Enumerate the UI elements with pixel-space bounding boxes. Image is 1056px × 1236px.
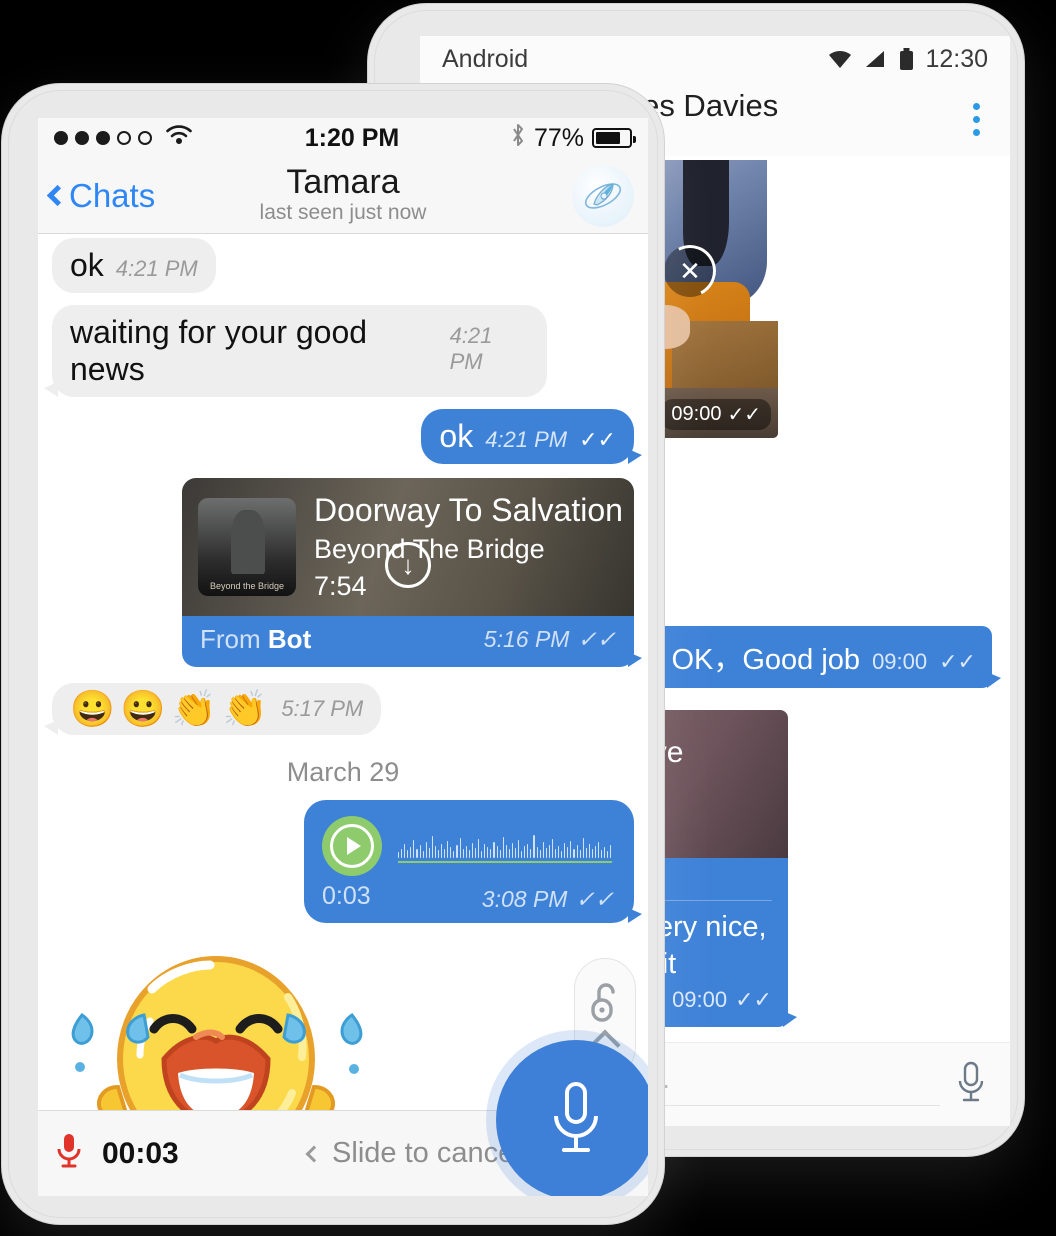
overflow-menu-icon[interactable] — [963, 97, 990, 142]
timestamp-text: 4:21 PM — [449, 323, 493, 374]
album-cover-caption: Beyond the Bridge — [209, 581, 285, 592]
message-text: ok — [70, 247, 104, 283]
battery-icon — [592, 128, 636, 148]
timestamp-text: 5:16 PM — [483, 626, 570, 652]
incoming-text-bubble[interactable]: waiting for your good news 4:21 PM — [44, 305, 547, 397]
photo-timestamp: 09:00 ✓✓ — [661, 399, 771, 430]
microphone-icon — [554, 1082, 598, 1152]
chevron-left-icon — [46, 184, 69, 207]
music-artist: Beyond The Bridge — [314, 534, 545, 565]
rocket-avatar-icon[interactable] — [572, 164, 634, 227]
message-row: 0:03 3:08 PM ✓✓ — [38, 800, 648, 923]
timestamp-text: 4:21 PM — [115, 256, 198, 281]
ios-status-bar: 1:20 PM 77% — [38, 118, 648, 158]
battery-icon — [900, 48, 914, 70]
lock-open-icon — [591, 983, 615, 1022]
ios-message-list[interactable]: ok 4:21 PM waiting for your good news 4:… — [38, 234, 648, 1196]
message-row: waiting for your good news 4:21 PM — [38, 305, 648, 397]
music-duration: 7:54 — [314, 570, 367, 601]
music-card[interactable]: Beyond the Bridge ↓ Doorway To Salvation… — [182, 478, 634, 616]
bluetooth-icon — [510, 123, 526, 154]
incoming-text-bubble[interactable]: ok 4:21 PM — [52, 238, 216, 293]
timestamp-text: 3:08 PM — [481, 886, 568, 912]
outgoing-text-bubble[interactable]: OK，Good job 09:00 ✓✓ — [655, 626, 1001, 688]
message-text: ok — [439, 418, 474, 454]
date-divider: March 29 — [286, 757, 400, 787]
message-row: ok 4:21 PM — [38, 238, 648, 293]
read-tick: ✓✓ — [735, 987, 772, 1013]
audio-waveform[interactable] — [398, 829, 612, 863]
record-voice-button[interactable] — [496, 1040, 648, 1196]
music-footer: From Bot 5:16 PM ✓✓ — [182, 616, 642, 667]
android-status-bar: Android 12:30 — [420, 36, 1010, 82]
download-icon[interactable]: ↓ — [385, 541, 431, 588]
message-row: ok 4:21 PM ✓✓ — [38, 409, 648, 464]
battery-percent: 77% — [533, 123, 584, 152]
microphone-record-icon — [56, 1132, 82, 1175]
android-clock: 12:30 — [925, 44, 988, 73]
read-tick: ✓✓ — [575, 886, 614, 912]
recording-elapsed: 00:03 — [102, 1136, 179, 1170]
back-label: Chats — [69, 176, 156, 214]
signal-dots-icon — [54, 131, 152, 145]
timestamp-text: 4:21 PM — [485, 427, 568, 452]
emoji-glyph: 😀 — [120, 688, 166, 729]
slide-to-cancel-label: Slide to cancel — [332, 1137, 521, 1169]
ios-screen: 1:20 PM 77% Chats Tamara last seen just … — [38, 118, 648, 1196]
timestamp-text: 09:00 — [872, 649, 928, 674]
emoji-message-bubble[interactable]: 😀 😀 👏 👏 5:17 PM — [44, 683, 382, 735]
music-title: Doorway To Salvation — [314, 491, 623, 528]
emoji-glyph: 👏 — [171, 688, 217, 729]
signal-icon — [866, 51, 885, 67]
timestamp-text: 5:17 PM — [281, 696, 364, 721]
message-row: 😀 😀 👏 👏 5:17 PM — [38, 683, 648, 735]
ios-music-message[interactable]: Beyond the Bridge ↓ Doorway To Salvation… — [182, 478, 642, 667]
message-text: waiting for your good news — [70, 314, 368, 387]
read-tick: ✓✓ — [577, 626, 616, 652]
android-os-label: Android — [442, 44, 529, 73]
message-text: OK，Good job — [671, 644, 861, 676]
emoji-glyph: 😀 — [70, 688, 115, 729]
play-icon[interactable] — [322, 816, 382, 876]
timestamp-text: 09:00 — [672, 987, 728, 1013]
screenshot-stage: Android 12:30 P T Charles Davies Online — [0, 0, 1056, 1236]
ios-clock: 1:20 PM — [304, 123, 400, 152]
read-tick: ✓✓ — [939, 649, 976, 674]
read-tick: ✓✓ — [727, 404, 761, 426]
from-label: From — [200, 624, 261, 654]
voice-message-bubble[interactable]: 0:03 3:08 PM ✓✓ — [304, 800, 642, 923]
cancel-upload-icon[interactable]: ✕ — [657, 238, 723, 304]
album-cover: Beyond the Bridge — [198, 498, 296, 596]
microphone-icon[interactable] — [954, 1060, 988, 1109]
from-name: Bot — [267, 624, 312, 654]
read-tick: ✓✓ — [579, 427, 616, 452]
wifi-icon — [164, 124, 194, 153]
emoji-glyph: 👏 — [222, 688, 268, 729]
chevron-left-icon — [305, 1145, 323, 1162]
timestamp-text: 09:00 — [671, 403, 722, 425]
wifi-icon — [829, 50, 852, 68]
back-to-chats-button[interactable]: Chats — [46, 176, 156, 215]
ios-chat-header: Chats Tamara last seen just now — [38, 158, 648, 234]
outgoing-text-bubble[interactable]: ok 4:21 PM ✓✓ — [421, 409, 642, 464]
